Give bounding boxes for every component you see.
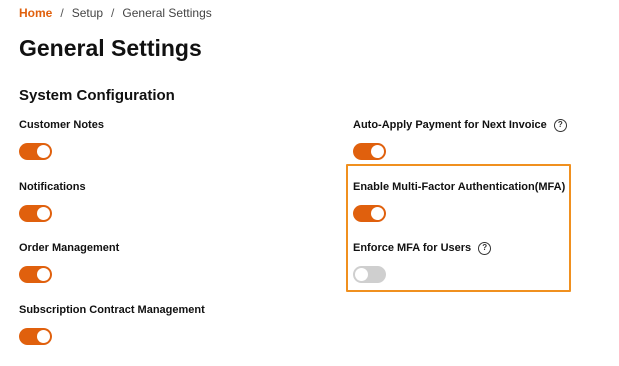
breadcrumb-setup[interactable]: Setup [72,6,103,20]
setting-label: Auto-Apply Payment for Next Invoice ? [353,118,567,132]
breadcrumb: Home / Setup / General Settings [19,6,212,20]
question-circle-icon[interactable]: ? [478,241,492,255]
general-settings-page: Home / Setup / General Settings General … [0,0,619,366]
order-management-toggle[interactable] [19,266,52,283]
setting-subscription-contract-management: Subscription Contract Management [19,303,205,345]
auto-apply-payment-label: Auto-Apply Payment for Next Invoice [353,119,547,131]
toggle-knob [371,145,384,158]
question-circle-icon[interactable]: ? [553,118,567,132]
notifications-label: Notifications [19,181,86,193]
breadcrumb-current: General Settings [122,6,212,20]
order-management-label: Order Management [19,242,120,254]
subscription-contract-management-toggle[interactable] [19,328,52,345]
customer-notes-label: Customer Notes [19,119,104,131]
toggle-knob [37,207,50,220]
setting-enforce-mfa: Enforce MFA for Users ? [353,241,492,283]
toggle-knob [37,145,50,158]
subscription-contract-management-label: Subscription Contract Management [19,304,205,316]
toggle-knob [37,268,50,281]
setting-label: Order Management [19,241,119,255]
enable-mfa-label: Enable Multi-Factor Authentication(MFA) [353,181,566,193]
enforce-mfa-label: Enforce MFA for Users [353,242,472,254]
toggle-knob [37,330,50,343]
setting-label: Enforce MFA for Users ? [353,241,492,255]
toggle-knob [371,207,384,220]
auto-apply-payment-toggle[interactable] [353,143,386,160]
breadcrumb-separator: / [60,6,64,20]
enable-mfa-toggle[interactable] [353,205,386,222]
customer-notes-toggle[interactable] [19,143,52,160]
setting-notifications: Notifications [19,180,86,222]
setting-order-management: Order Management [19,241,119,283]
setting-label: Notifications [19,180,86,194]
setting-auto-apply-payment: Auto-Apply Payment for Next Invoice ? [353,118,567,160]
setting-customer-notes: Customer Notes [19,118,104,160]
section-title: System Configuration [19,87,175,104]
page-title: General Settings [19,35,202,61]
setting-label: Subscription Contract Management [19,303,205,317]
enforce-mfa-toggle[interactable] [353,266,386,283]
setting-label: Customer Notes [19,118,104,132]
toggle-knob [355,268,368,281]
breadcrumb-separator: / [111,6,115,20]
setting-label: Enable Multi-Factor Authentication(MFA) [353,180,565,194]
setting-enable-mfa: Enable Multi-Factor Authentication(MFA) [353,180,565,222]
breadcrumb-home-link[interactable]: Home [19,6,52,20]
notifications-toggle[interactable] [19,205,52,222]
